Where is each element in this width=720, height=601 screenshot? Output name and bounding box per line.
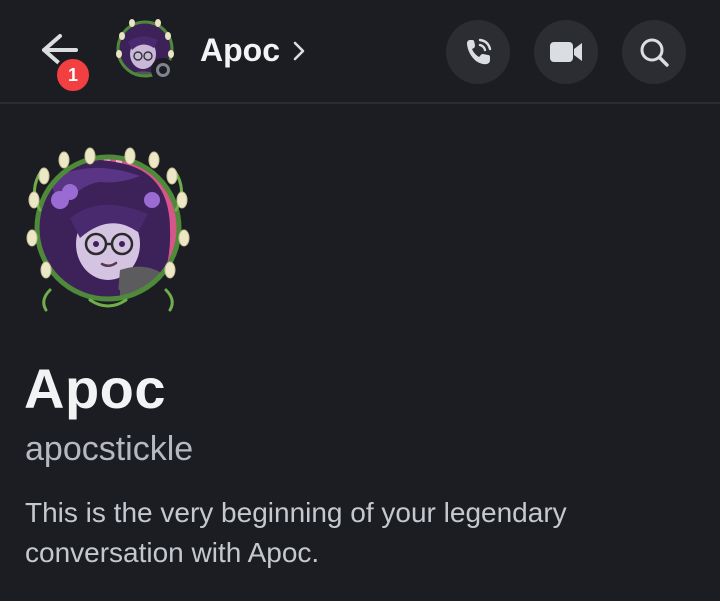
video-camera-icon — [550, 42, 582, 62]
offline-status-icon — [151, 58, 175, 82]
header-title-button[interactable]: Apoc — [200, 28, 306, 72]
search-button[interactable] — [622, 20, 686, 84]
profile-avatar[interactable] — [20, 140, 196, 316]
video-call-button[interactable] — [534, 20, 598, 84]
profile-username: apocstickle — [25, 430, 194, 468]
back-button[interactable]: 1 — [30, 24, 92, 94]
profile-display-name: Apoc — [24, 357, 166, 420]
conversation-intro-text: This is the very beginning of your legen… — [25, 497, 567, 568]
phone-call-icon — [467, 38, 492, 65]
notification-badge: 1 — [54, 56, 92, 94]
chevron-right-icon — [293, 41, 305, 61]
search-icon — [640, 38, 669, 67]
chat-header: 1 Apoc — [0, 0, 720, 104]
user-avatar-icon — [26, 147, 190, 312]
voice-call-button[interactable] — [446, 20, 510, 84]
header-title: Apoc — [200, 31, 280, 68]
